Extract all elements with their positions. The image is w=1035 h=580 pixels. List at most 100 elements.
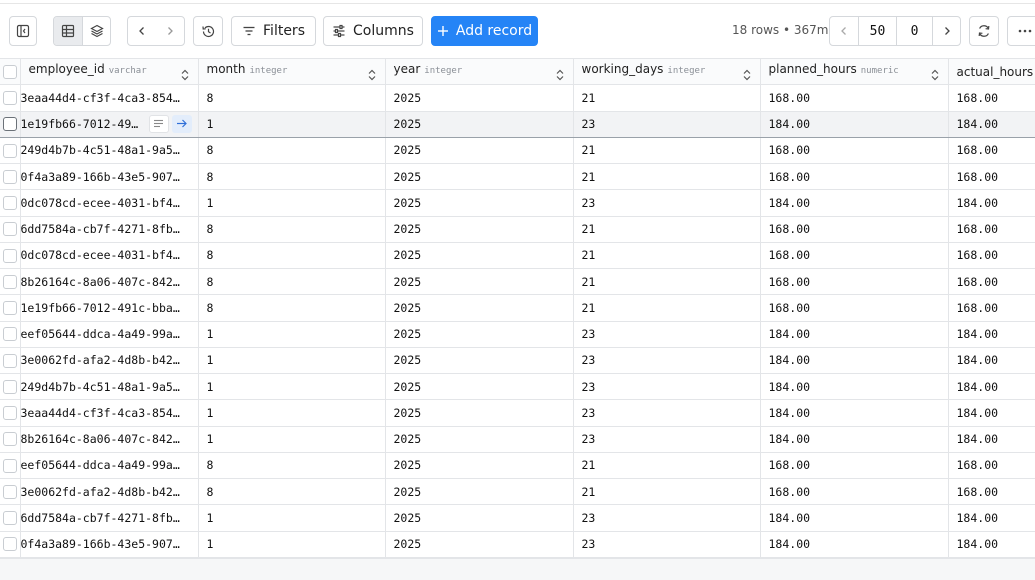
- cell-planned-hours[interactable]: 184.00: [760, 110, 949, 138]
- row-checkbox[interactable]: [2, 511, 17, 526]
- cell-month[interactable]: 1: [198, 504, 386, 532]
- cell-employee-id[interactable]: eef05644-ddca-4a49-99a…: [20, 452, 199, 480]
- row-checkbox[interactable]: [2, 379, 17, 394]
- cell-month[interactable]: 8: [198, 163, 386, 191]
- cell-employee-id[interactable]: 8b26164c-8a06-407c-842…: [20, 268, 199, 296]
- cell-month[interactable]: 8: [198, 242, 386, 270]
- cell-employee-id[interactable]: eef05644-ddca-4a49-99a…: [20, 321, 199, 348]
- cell-employee-id[interactable]: 3eaa44d4-cf3f-4ca3-854…: [20, 84, 199, 112]
- cell-year[interactable]: 2025: [385, 504, 574, 532]
- cell-actual-hours[interactable]: 168.00: [948, 242, 1035, 270]
- cell-employee-id[interactable]: 3eaa44d4-cf3f-4ca3-854…: [20, 399, 199, 427]
- cell-actual-hours[interactable]: 184.00: [948, 504, 1035, 532]
- cell-year[interactable]: 2025: [385, 163, 574, 191]
- cell-actual-hours[interactable]: 184.00: [948, 347, 1035, 375]
- cell-year[interactable]: 2025: [385, 531, 574, 558]
- cell-actual-hours[interactable]: 184.00: [948, 373, 1035, 401]
- cell-month[interactable]: 1: [198, 426, 386, 453]
- table-row[interactable]: 3eaa44d4-cf3f-4ca3-854… 1 2025 23 184.00 184.…: [0, 399, 1035, 427]
- cell-employee-id[interactable]: 1e19fb66-7012-491c-bba…: [20, 294, 199, 322]
- table-row[interactable]: 1e19fb66-7012-49… 1 2025 23 184.00 184.00: [0, 110, 1035, 138]
- column-header-6[interactable]: actual_hours: [948, 58, 1035, 86]
- cell-employee-id[interactable]: 6dd7584a-cb7f-4271-8fb…: [20, 216, 199, 243]
- row-checkbox[interactable]: [2, 169, 17, 184]
- add-record-button[interactable]: Add record: [431, 16, 538, 46]
- prev-page-button[interactable]: [830, 17, 858, 45]
- table-row[interactable]: 3e0062fd-afa2-4d8b-b42… 1 2025 23 184.00 184.…: [0, 347, 1035, 375]
- cell-planned-hours[interactable]: 168.00: [760, 268, 949, 296]
- cell-employee-id[interactable]: 8b26164c-8a06-407c-842…: [20, 426, 199, 453]
- table-row[interactable]: 8b26164c-8a06-407c-842… 8 2025 21 168.00 168.…: [0, 268, 1035, 296]
- cell-actual-hours[interactable]: 168.00: [948, 452, 1035, 480]
- more-options-button[interactable]: [1007, 16, 1035, 46]
- cell-year[interactable]: 2025: [385, 399, 574, 427]
- cell-actual-hours[interactable]: 168.00: [948, 137, 1035, 165]
- cell-year[interactable]: 2025: [385, 426, 574, 453]
- table-row[interactable]: 0f4a3a89-166b-43e5-907… 1 2025 23 184.00 184.…: [0, 531, 1035, 558]
- row-checkbox[interactable]: [2, 458, 17, 473]
- cell-month[interactable]: 1: [198, 347, 386, 375]
- cell-actual-hours[interactable]: 168.00: [948, 268, 1035, 296]
- row-checkbox[interactable]: [2, 537, 17, 552]
- cell-planned-hours[interactable]: 168.00: [760, 478, 949, 506]
- cell-working-days[interactable]: 23: [573, 347, 761, 375]
- cell-working-days[interactable]: 23: [573, 504, 761, 532]
- cell-year[interactable]: 2025: [385, 373, 574, 401]
- cell-planned-hours[interactable]: 168.00: [760, 84, 949, 112]
- table-row[interactable]: 0dc078cd-ecee-4031-bf4… 8 2025 21 168.00 168.…: [0, 242, 1035, 270]
- cell-employee-id[interactable]: 0dc078cd-ecee-4031-bf4…: [20, 189, 199, 217]
- cell-working-days[interactable]: 23: [573, 321, 761, 348]
- cell-planned-hours[interactable]: 184.00: [760, 426, 949, 453]
- cell-year[interactable]: 2025: [385, 347, 574, 375]
- cell-month[interactable]: 8: [198, 294, 386, 322]
- grid-view-button[interactable]: [54, 17, 82, 45]
- table-row[interactable]: eef05644-ddca-4a49-99a… 8 2025 21 168.00 168.…: [0, 452, 1035, 480]
- cell-employee-id[interactable]: 249d4b7b-4c51-48a1-9a5…: [20, 373, 199, 401]
- cell-month[interactable]: 8: [198, 216, 386, 243]
- cell-actual-hours[interactable]: 184.00: [948, 321, 1035, 348]
- cell-month[interactable]: 1: [198, 531, 386, 558]
- cell-month[interactable]: 8: [198, 268, 386, 296]
- sort-icon[interactable]: [930, 69, 940, 81]
- table-row[interactable]: 0dc078cd-ecee-4031-bf4… 1 2025 23 184.00 184.…: [0, 189, 1035, 217]
- cell-working-days[interactable]: 23: [573, 426, 761, 453]
- next-page-button[interactable]: [932, 17, 960, 45]
- cell-employee-id[interactable]: 3e0062fd-afa2-4d8b-b42…: [20, 347, 199, 375]
- layers-view-button[interactable]: [82, 17, 110, 45]
- toggle-sidebar-button[interactable]: [9, 16, 37, 46]
- column-header-2[interactable]: month integer: [198, 58, 386, 86]
- row-checkbox[interactable]: [2, 248, 17, 263]
- table-row[interactable]: 3e0062fd-afa2-4d8b-b42… 8 2025 21 168.00 168.…: [0, 478, 1035, 506]
- cell-working-days[interactable]: 21: [573, 452, 761, 480]
- column-header-5[interactable]: planned_hours numeric: [760, 58, 949, 86]
- row-checkbox[interactable]: [2, 406, 17, 421]
- row-checkbox[interactable]: [2, 301, 17, 316]
- cell-planned-hours[interactable]: 184.00: [760, 504, 949, 532]
- sort-icon[interactable]: [742, 69, 752, 81]
- cell-employee-id[interactable]: 1e19fb66-7012-49…: [20, 110, 199, 138]
- cell-working-days[interactable]: 21: [573, 163, 761, 191]
- cell-actual-hours[interactable]: 168.00: [948, 163, 1035, 191]
- refresh-button[interactable]: [969, 16, 999, 46]
- cell-actual-hours[interactable]: 168.00: [948, 216, 1035, 243]
- cell-planned-hours[interactable]: 184.00: [760, 531, 949, 558]
- table-row[interactable]: 3eaa44d4-cf3f-4ca3-854… 8 2025 21 168.00 168.…: [0, 84, 1035, 112]
- row-checkbox[interactable]: [2, 143, 17, 158]
- table-row[interactable]: 6dd7584a-cb7f-4271-8fb… 1 2025 23 184.00 184.…: [0, 504, 1035, 532]
- cell-year[interactable]: 2025: [385, 216, 574, 243]
- cell-planned-hours[interactable]: 168.00: [760, 242, 949, 270]
- row-checkbox[interactable]: [2, 196, 17, 211]
- cell-working-days[interactable]: 21: [573, 84, 761, 112]
- cell-month[interactable]: 8: [198, 84, 386, 112]
- table-row[interactable]: 249d4b7b-4c51-48a1-9a5… 1 2025 23 184.00 184.…: [0, 373, 1035, 401]
- cell-actual-hours[interactable]: 184.00: [948, 189, 1035, 217]
- row-checkbox[interactable]: [2, 484, 17, 499]
- row-checkbox[interactable]: [2, 353, 17, 368]
- cell-month[interactable]: 8: [198, 452, 386, 480]
- cell-month[interactable]: 1: [198, 399, 386, 427]
- cell-actual-hours[interactable]: 184.00: [948, 110, 1035, 138]
- cell-planned-hours[interactable]: 168.00: [760, 452, 949, 480]
- forward-button[interactable]: [156, 17, 184, 45]
- cell-planned-hours[interactable]: 184.00: [760, 373, 949, 401]
- cell-planned-hours[interactable]: 184.00: [760, 189, 949, 217]
